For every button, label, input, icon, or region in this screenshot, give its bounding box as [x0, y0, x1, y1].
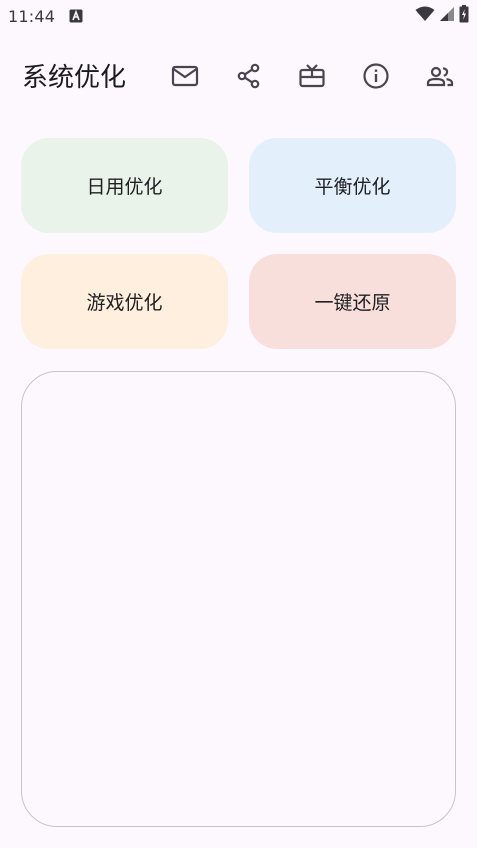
top-app-bar: 系统优化	[0, 44, 477, 108]
page-title: 系统优化	[22, 63, 127, 93]
info-icon[interactable]	[356, 56, 396, 96]
game-optimize-button[interactable]: 游戏优化	[21, 254, 228, 349]
battery-icon	[459, 5, 469, 27]
restore-button[interactable]: 一键还原	[249, 254, 456, 349]
gift-icon[interactable]	[292, 56, 332, 96]
mail-icon[interactable]	[165, 56, 205, 96]
wifi-icon	[415, 6, 435, 26]
daily-optimize-button[interactable]: 日用优化	[21, 138, 228, 233]
status-time: 11:44	[8, 6, 56, 26]
signal-icon	[439, 6, 455, 26]
balanced-optimize-button[interactable]: 平衡优化	[249, 138, 456, 233]
notification-a-icon	[69, 9, 83, 23]
share-icon[interactable]	[229, 56, 269, 96]
status-bar: 11:44	[0, 0, 477, 32]
people-icon[interactable]	[420, 56, 460, 96]
status-indicators	[415, 5, 469, 27]
balanced-optimize-label: 平衡优化	[314, 176, 391, 198]
game-optimize-label: 游戏优化	[86, 292, 163, 314]
output-panel	[21, 371, 456, 827]
daily-optimize-label: 日用优化	[86, 176, 163, 198]
restore-label: 一键还原	[314, 292, 391, 314]
